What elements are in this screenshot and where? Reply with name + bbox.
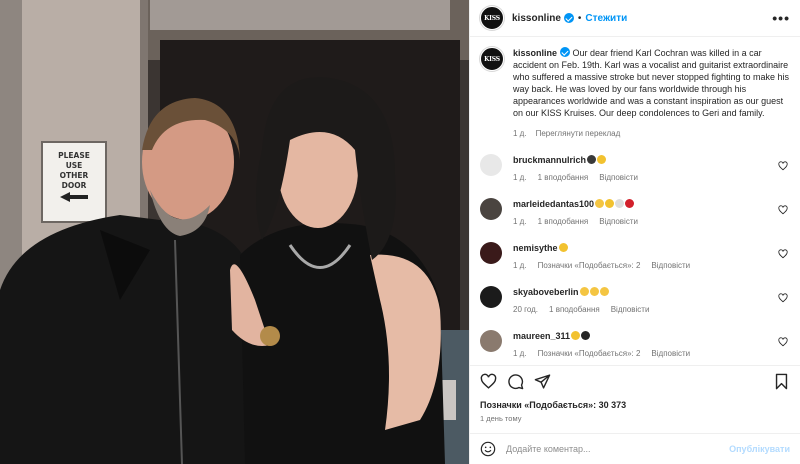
commenter-avatar[interactable] [480, 242, 502, 264]
comment-like-heart-icon[interactable] [778, 293, 788, 303]
author-username[interactable]: kissonline [512, 13, 561, 24]
comment-item: skyaboveberlin 20 год. 1 вподобання Відпові… [480, 286, 790, 316]
comment-age[interactable]: 20 год. [513, 304, 538, 316]
comment-like-heart-icon[interactable] [778, 205, 788, 215]
comment-like-heart-icon[interactable] [778, 337, 788, 347]
share-send-icon[interactable] [534, 373, 551, 390]
avatar-logo-text: KISS [484, 14, 500, 22]
post-caption: KISS kissonline Our dear friend Karl Coc… [480, 37, 790, 140]
comment-age[interactable]: 1 д. [513, 260, 527, 272]
commenter-username[interactable]: maureen_311 [513, 331, 570, 341]
comment-likes[interactable]: 1 вподобання [538, 172, 589, 184]
likes-count[interactable]: Позначки «Подобається»: 30 373 [480, 400, 790, 410]
commenter-avatar[interactable] [480, 198, 502, 220]
comment-like-heart-icon[interactable] [778, 161, 788, 171]
comment-item: nemisythe 1 д. Позначки «Подобається»: 2 Ві… [480, 242, 790, 272]
caption-avatar[interactable]: KISS [480, 47, 504, 71]
see-translation-link[interactable]: Переглянути переклад [536, 128, 621, 140]
commenter-username[interactable]: marleidedantas100 [513, 199, 594, 209]
emoji-icon [558, 243, 568, 252]
comment-likes[interactable]: Позначки «Подобається»: 2 [538, 260, 641, 272]
author-avatar[interactable]: KISS [480, 6, 504, 30]
caption-verified-icon [560, 47, 571, 57]
verified-badge-icon [563, 13, 574, 23]
emoji-icon [579, 287, 589, 296]
comment-bubble-icon[interactable] [507, 373, 524, 390]
photo-illustration: PLEASE USE OTHER DOOR [0, 0, 469, 464]
reply-button[interactable]: Відповісти [611, 304, 650, 316]
caption-age[interactable]: 1 д. [513, 128, 527, 140]
comment-likes[interactable]: Позначки «Подобається»: 2 [538, 348, 641, 360]
post-details-panel: KISS kissonline • Стежити ••• KISS kisso… [469, 0, 800, 464]
comment-likes[interactable]: 1 вподобання [538, 216, 589, 228]
comments-scroll-area[interactable]: KISS kissonline Our dear friend Karl Coc… [470, 37, 800, 365]
comment-input[interactable] [506, 444, 730, 454]
comment-age[interactable]: 1 д. [513, 216, 527, 228]
comment-item: bruckmannulrich 1 д. 1 вподобання Відповіст… [480, 154, 790, 184]
post-actions: Позначки «Подобається»: 30 373 1 день то… [470, 365, 800, 423]
commenter-avatar[interactable] [480, 330, 502, 352]
emoji-icon [587, 155, 597, 164]
svg-text:OTHER: OTHER [60, 171, 89, 180]
commenter-username[interactable]: bruckmannulrich [513, 155, 586, 165]
comment-age[interactable]: 1 д. [513, 348, 527, 360]
emoji-icon [571, 331, 581, 340]
caption-username[interactable]: kissonline [513, 48, 557, 58]
emoji-icon [595, 199, 605, 208]
reply-button[interactable]: Відповісти [599, 172, 638, 184]
reply-button[interactable]: Відповісти [651, 260, 690, 272]
caption-text: Our dear friend Karl Cochran was killed … [513, 48, 789, 118]
emoji-picker-icon[interactable] [480, 441, 496, 457]
caption-avatar-text: KISS [484, 55, 500, 63]
commenter-username[interactable]: skyaboveberlin [513, 287, 579, 297]
follow-button[interactable]: Стежити [585, 13, 627, 24]
separator-dot: • [577, 12, 582, 24]
add-comment-bar: Опублікувати [470, 433, 800, 464]
commenter-username[interactable]: nemisythe [513, 243, 558, 253]
emoji-icon [599, 287, 609, 296]
emoji-icon [589, 287, 599, 296]
comment-item: marleidedantas100 1 д. 1 вподобання Відпові… [480, 198, 790, 228]
svg-text:USE: USE [66, 161, 83, 170]
reply-button[interactable]: Відповісти [651, 348, 690, 360]
reply-button[interactable]: Відповісти [599, 216, 638, 228]
emoji-icon [615, 199, 625, 208]
more-options-icon[interactable]: ••• [772, 10, 790, 26]
commenter-avatar[interactable] [480, 154, 502, 176]
commenter-avatar[interactable] [480, 286, 502, 308]
post-photo[interactable]: PLEASE USE OTHER DOOR [0, 0, 469, 464]
emoji-icon [605, 199, 615, 208]
emoji-icon [625, 199, 635, 208]
post-comment-button[interactable]: Опублікувати [729, 444, 790, 454]
post-header: KISS kissonline • Стежити ••• [470, 0, 800, 37]
comment-age[interactable]: 1 д. [513, 172, 527, 184]
emoji-icon [581, 331, 591, 340]
svg-text:PLEASE: PLEASE [58, 151, 90, 160]
save-bookmark-icon[interactable] [773, 373, 790, 390]
comment-like-heart-icon[interactable] [778, 249, 788, 259]
svg-text:DOOR: DOOR [62, 181, 87, 190]
comment-list: bruckmannulrich 1 д. 1 вподобання Відповіст… [480, 154, 790, 360]
door-sign: PLEASE USE OTHER DOOR [41, 141, 107, 223]
emoji-icon [597, 155, 607, 164]
like-heart-icon[interactable] [480, 373, 497, 390]
comment-item: maureen_311 1 д. Позначки «Подобається»: 2… [480, 330, 790, 360]
post-timestamp[interactable]: 1 день тому [480, 414, 790, 423]
comment-likes[interactable]: 1 вподобання [549, 304, 600, 316]
